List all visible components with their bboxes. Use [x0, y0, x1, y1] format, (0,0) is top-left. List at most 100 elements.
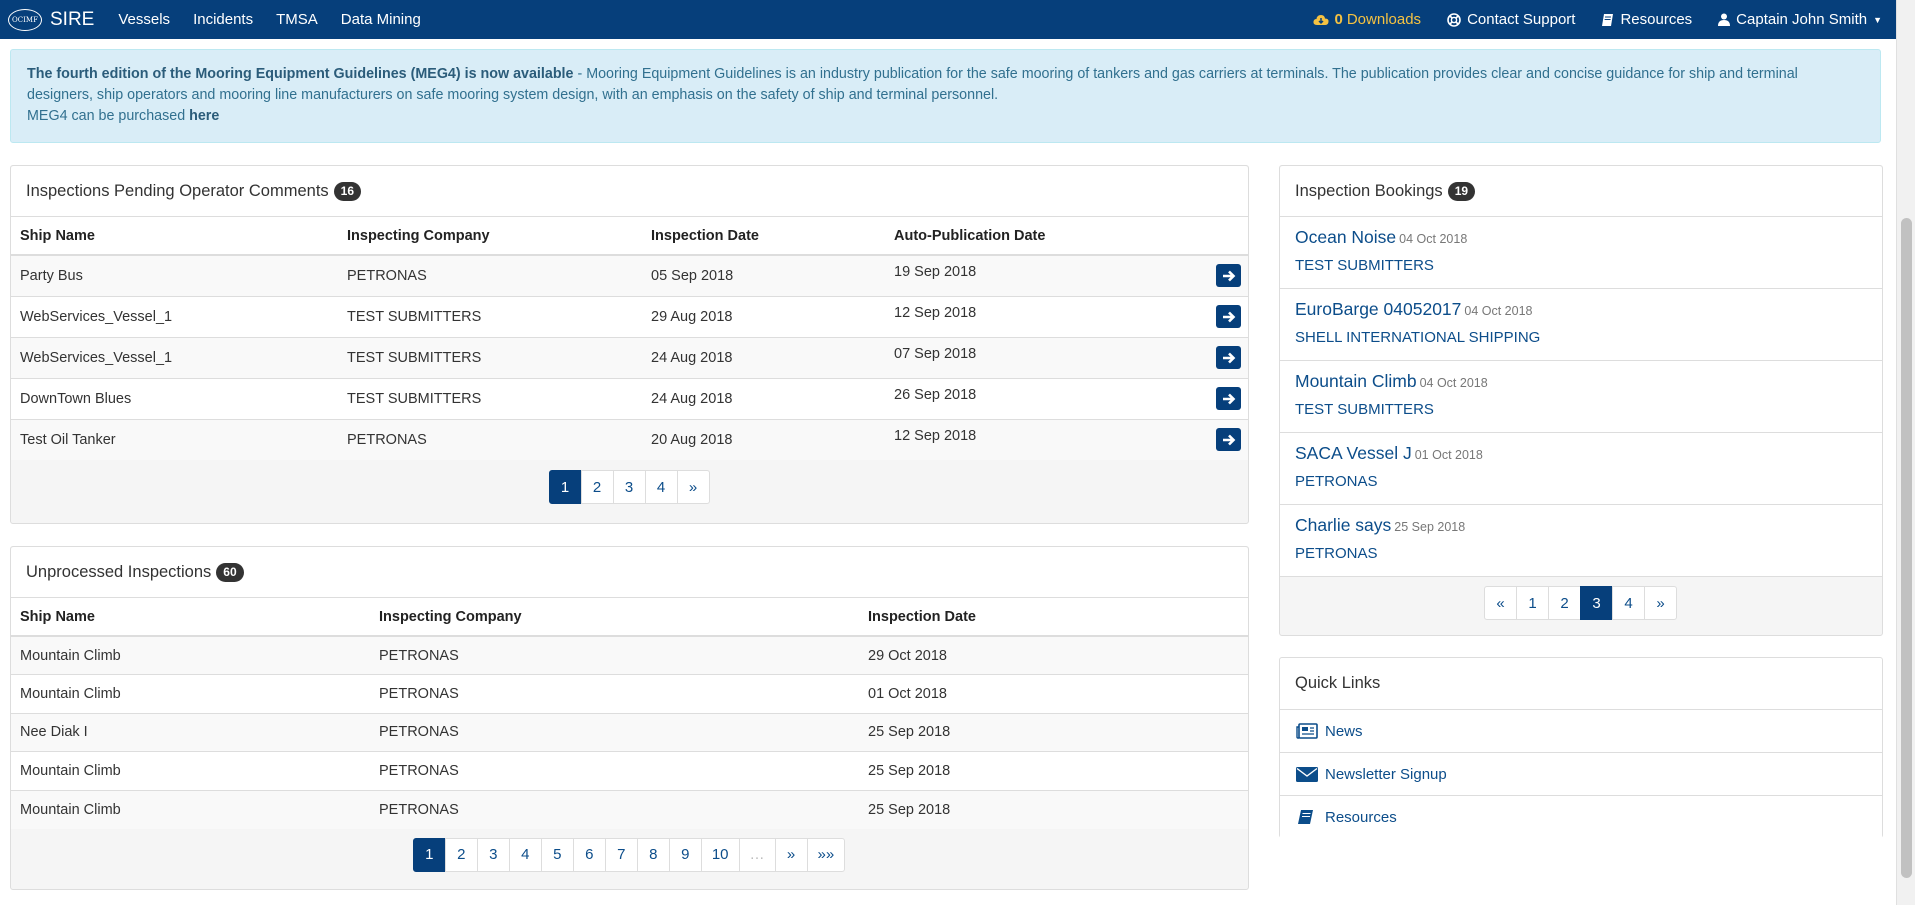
page-scrollbar[interactable]	[1896, 0, 1915, 905]
nav-user-menu[interactable]: Captain John Smith ▼	[1718, 11, 1882, 28]
scrollbar-thumb[interactable]	[1901, 218, 1912, 878]
page-4[interactable]: 4	[644, 470, 678, 504]
bookings-pagination: « 1 2 3 4 »	[1280, 586, 1882, 620]
page-2[interactable]: 2	[1548, 586, 1581, 620]
cell-company: PETRONAS	[370, 635, 859, 675]
page-8[interactable]: 8	[636, 837, 670, 872]
page-1[interactable]: 1	[1516, 586, 1549, 620]
cell-company: PETRONAS	[370, 789, 859, 829]
booking-date: 25 Sep 2018	[1394, 520, 1466, 534]
col-inspection-date[interactable]: Inspection Date	[859, 598, 1248, 637]
col-inspecting-company[interactable]: Inspecting Company	[338, 217, 642, 256]
cell-inspection-date: 25 Sep 2018	[859, 751, 1248, 790]
nav-data-mining[interactable]: Data Mining	[341, 11, 421, 28]
open-inspection-button[interactable]	[1216, 305, 1241, 328]
quick-link-newsletter-signup[interactable]: Newsletter Signup	[1280, 752, 1882, 795]
panel-title: Quick Links	[1295, 674, 1381, 692]
table-row[interactable]: WebServices_Vessel_1 TEST SUBMITTERS 24 …	[11, 336, 1248, 378]
brand[interactable]: OCIMF SIRE	[8, 8, 118, 31]
user-name: Captain John Smith	[1736, 11, 1868, 28]
nav-resources[interactable]: Resources	[1601, 11, 1692, 28]
booking-item[interactable]: SACA Vessel J 01 Oct 2018 PETRONAS	[1280, 433, 1882, 505]
page-1[interactable]: 1	[412, 837, 446, 872]
nav-vessels[interactable]: Vessels	[118, 11, 170, 28]
page-5[interactable]: 5	[540, 837, 574, 872]
panel-heading: Quick Links	[1280, 658, 1882, 709]
open-inspection-button[interactable]	[1216, 387, 1241, 410]
booking-ship-name[interactable]: Mountain Climb	[1295, 371, 1417, 391]
booking-ship-name[interactable]: EuroBarge 04052017	[1295, 299, 1461, 319]
booking-ship-name[interactable]: Ocean Noise	[1295, 227, 1396, 247]
cell-inspection-date: 24 Aug 2018	[642, 336, 885, 378]
table-row[interactable]: Mountain Climb PETRONAS 25 Sep 2018	[11, 789, 1248, 829]
nav-contact-support[interactable]: Contact Support	[1447, 11, 1575, 28]
page-6[interactable]: 6	[572, 837, 606, 872]
panel-title: Unprocessed Inspections	[26, 562, 212, 581]
booking-company: TEST SUBMITTERS	[1295, 401, 1434, 418]
alert-headline: The fourth edition of the Mooring Equipm…	[27, 66, 574, 82]
nav-incidents[interactable]: Incidents	[193, 11, 253, 28]
booking-item[interactable]: Charlie says 25 Sep 2018 PETRONAS	[1280, 505, 1882, 577]
panel-heading: Inspections Pending Operator Comments 16	[11, 166, 1248, 217]
meg4-announcement-alert: The fourth edition of the Mooring Equipm…	[10, 49, 1881, 143]
table-row[interactable]: Mountain Climb PETRONAS 29 Oct 2018	[11, 635, 1248, 675]
table-row[interactable]: Mountain Climb PETRONAS 25 Sep 2018	[11, 751, 1248, 790]
col-inspecting-company[interactable]: Inspecting Company	[370, 598, 859, 637]
col-inspection-date[interactable]: Inspection Date	[642, 217, 885, 256]
page-4[interactable]: 4	[1612, 586, 1645, 620]
open-inspection-button[interactable]	[1216, 264, 1241, 288]
page-10[interactable]: 10	[700, 837, 740, 872]
page-1[interactable]: 1	[548, 470, 582, 504]
booking-company: PETRONAS	[1295, 473, 1378, 490]
table-row[interactable]: Mountain Climb PETRONAS 01 Oct 2018	[11, 674, 1248, 713]
alert-purchase-text: MEG4 can be purchased	[27, 108, 190, 124]
page-next[interactable]: »	[774, 837, 808, 872]
booking-item[interactable]: Ocean Noise 04 Oct 2018 TEST SUBMITTERS	[1280, 217, 1882, 289]
page-prev[interactable]: «	[1484, 586, 1517, 620]
nav-tmsa[interactable]: TMSA	[276, 11, 318, 28]
table-row[interactable]: Test Oil Tanker PETRONAS 20 Aug 2018 12 …	[11, 418, 1248, 460]
alert-purchase-link[interactable]: here	[189, 108, 219, 124]
cell-auto-publication: 12 Sep 2018	[885, 295, 1248, 337]
quick-link-resources[interactable]: Resources	[1280, 795, 1882, 838]
quick-link-label: Newsletter Signup	[1325, 765, 1447, 783]
page-7[interactable]: 7	[604, 837, 638, 872]
col-ship-name[interactable]: Ship Name	[11, 598, 370, 637]
page-3[interactable]: 3	[476, 837, 510, 872]
col-ship-name[interactable]: Ship Name	[11, 217, 338, 256]
cell-inspection-date: 01 Oct 2018	[859, 674, 1248, 713]
page-next[interactable]: »	[676, 470, 710, 504]
page-2[interactable]: 2	[444, 837, 478, 872]
booking-date: 01 Oct 2018	[1414, 448, 1483, 462]
nav-downloads[interactable]: 0 Downloads	[1312, 11, 1421, 28]
open-inspection-button[interactable]	[1216, 346, 1241, 369]
table-row[interactable]: Party Bus PETRONAS 05 Sep 2018 19 Sep 20…	[11, 254, 1248, 296]
page-3[interactable]: 3	[1580, 586, 1613, 620]
page-3[interactable]: 3	[612, 470, 646, 504]
life-ring-icon	[1447, 12, 1461, 27]
booking-item[interactable]: Mountain Climb 04 Oct 2018 TEST SUBMITTER…	[1280, 361, 1882, 433]
booking-item[interactable]: EuroBarge 04052017 04 Oct 2018 SHELL INTE…	[1280, 289, 1882, 361]
open-inspection-button[interactable]	[1216, 428, 1241, 452]
caret-down-icon: ▼	[1873, 14, 1882, 25]
inspection-bookings-panel: Inspection Bookings 19 Ocean Noise 04 Oct…	[1279, 165, 1883, 636]
table-row[interactable]: Nee Diak I PETRONAS 25 Sep 2018	[11, 712, 1248, 752]
table-row[interactable]: DownTown Blues TEST SUBMITTERS 24 Aug 20…	[11, 377, 1248, 419]
page-9[interactable]: 9	[668, 837, 702, 872]
booking-ship-name[interactable]: SACA Vessel J	[1295, 443, 1412, 463]
page-next[interactable]: »	[1644, 586, 1677, 620]
book-icon	[1602, 13, 1614, 26]
cell-inspection-date: 05 Sep 2018	[642, 254, 885, 296]
table-row[interactable]: WebServices_Vessel_1 TEST SUBMITTERS 29 …	[11, 295, 1248, 337]
auto-publication-date: 19 Sep 2018	[894, 264, 977, 281]
page-4[interactable]: 4	[508, 837, 542, 872]
page-last[interactable]: »»	[806, 837, 846, 872]
nav-right: 0 Downloads Contact Support Resources Ca…	[1312, 11, 1897, 28]
col-auto-publication-date[interactable]: Auto-Publication Date	[885, 217, 1248, 256]
quick-link-news[interactable]: News	[1280, 709, 1882, 752]
booking-ship-name[interactable]: Charlie says	[1295, 515, 1391, 535]
booking-date: 04 Oct 2018	[1419, 376, 1488, 390]
unprocessed-inspections-panel: Unprocessed Inspections 60 Ship Name Ins…	[10, 546, 1249, 890]
page-ellipsis: …	[738, 837, 776, 872]
page-2[interactable]: 2	[580, 470, 614, 504]
